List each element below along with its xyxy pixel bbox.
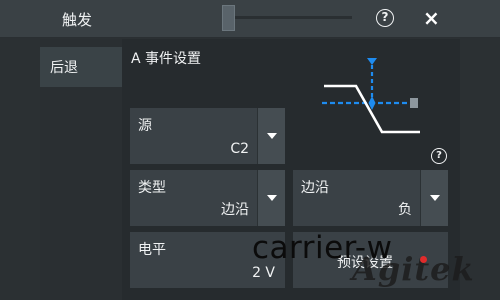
type-select[interactable]: 类型 边沿 [130, 170, 285, 226]
source-value: C2 [230, 141, 249, 157]
close-icon[interactable]: × [423, 6, 440, 30]
edge-value: 负 [398, 202, 412, 218]
type-label: 类型 [138, 180, 166, 196]
source-select[interactable]: 源 C2 [130, 108, 285, 164]
zoom-slider-thumb[interactable] [222, 5, 235, 31]
chevron-down-icon [267, 133, 277, 139]
edge-dropdown-button[interactable] [420, 170, 448, 226]
level-value[interactable]: 2 V [252, 265, 275, 281]
chevron-down-icon [267, 195, 277, 201]
edge-select[interactable]: 边沿 负 [293, 170, 448, 226]
sidebar-item-back[interactable]: 后退 [40, 47, 122, 87]
watermark-dot [420, 256, 427, 263]
zoom-slider-track[interactable] [234, 16, 352, 19]
source-dropdown-button[interactable] [257, 108, 285, 164]
watermark-logo: Agitek [352, 250, 475, 288]
source-label: 源 [138, 118, 152, 134]
help-icon[interactable]: ? [376, 9, 394, 27]
type-dropdown-button[interactable] [257, 170, 285, 226]
edge-label: 边沿 [301, 180, 329, 196]
info-help-icon[interactable]: ? [431, 148, 447, 164]
level-label: 电平 [138, 242, 166, 258]
title-bar: 触发 ? × [0, 0, 500, 38]
type-value: 边沿 [221, 202, 249, 218]
window-title: 触发 [62, 11, 93, 29]
sidebar: 后退 [40, 39, 122, 300]
trigger-marker-icon [367, 58, 377, 65]
sidebar-item-label: 后退 [50, 60, 78, 76]
level-handle-icon [410, 98, 418, 108]
negative-edge-diagram-icon [322, 58, 420, 134]
chevron-down-icon [430, 195, 440, 201]
section-title: A 事件设置 [131, 51, 202, 67]
